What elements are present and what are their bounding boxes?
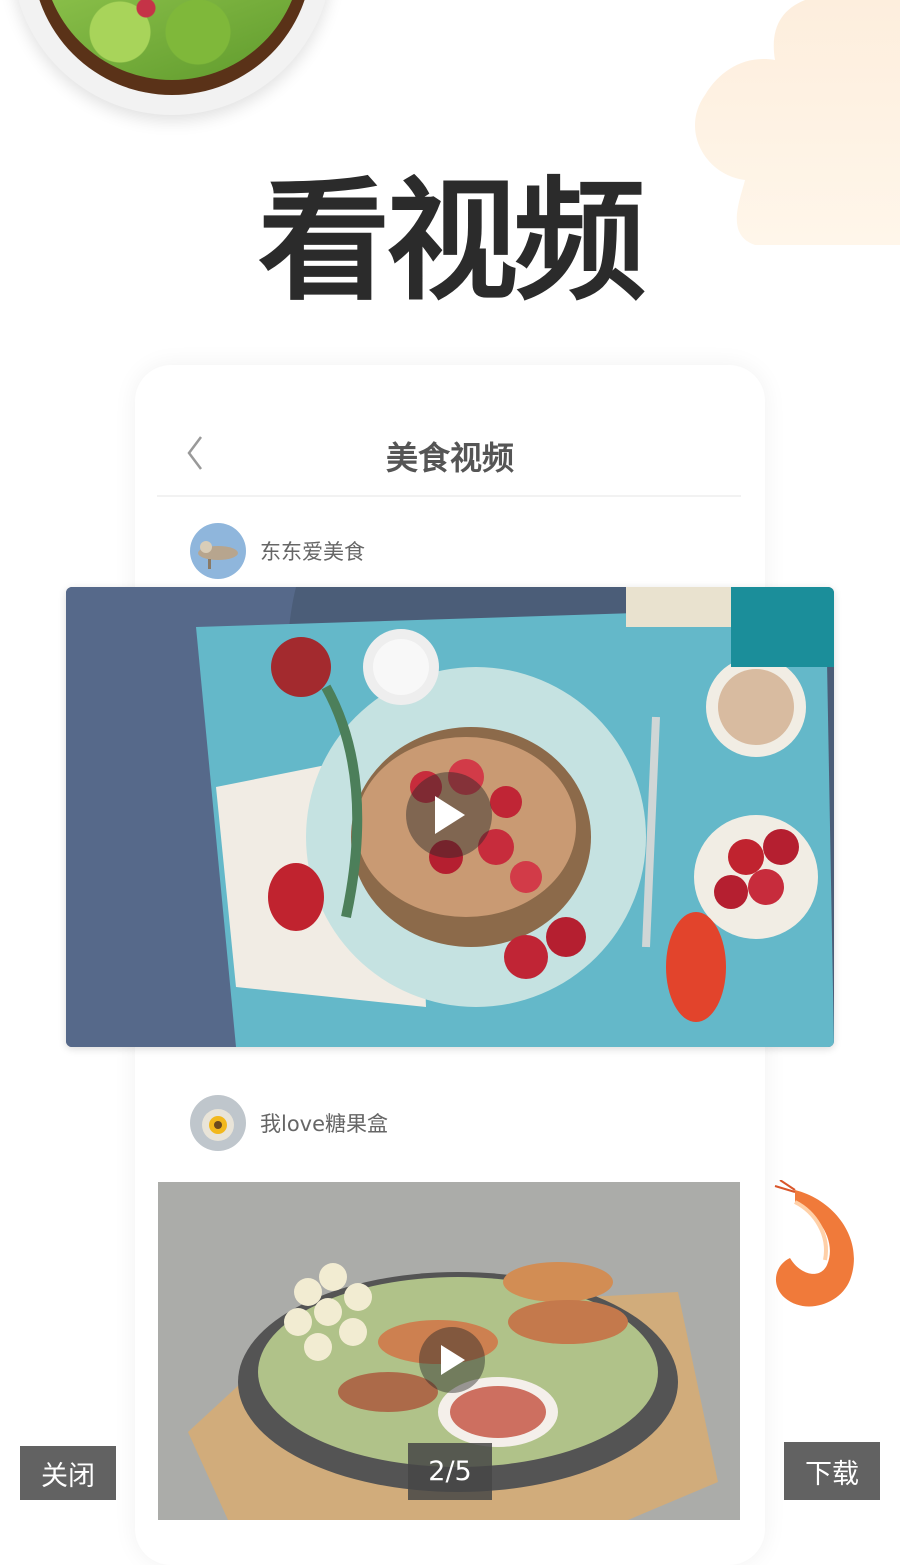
play-icon: [441, 1345, 465, 1375]
author-name: 东东爱美食: [260, 540, 365, 564]
nav-title: 美食视频: [385, 439, 514, 477]
play-button[interactable]: [406, 772, 492, 858]
play-button[interactable]: [419, 1327, 485, 1393]
avatar: [190, 1095, 246, 1151]
post-author-row[interactable]: 东东爱美食: [190, 523, 365, 579]
close-button[interactable]: 关闭: [20, 1446, 116, 1500]
hero-title: 看视频: [258, 164, 646, 319]
play-icon: [435, 796, 465, 834]
avatar: [190, 523, 246, 579]
shrimp-decoration: [774, 1180, 854, 1307]
author-name: 我love糖果盒: [260, 1112, 389, 1136]
post-author-row[interactable]: 我love糖果盒: [190, 1095, 388, 1151]
page-indicator: 2/5: [408, 1443, 492, 1500]
salad-bowl-image: [12, 0, 332, 115]
download-button[interactable]: 下载: [784, 1442, 880, 1500]
nav-divider: [157, 495, 741, 497]
video-thumbnail-pancakes[interactable]: [66, 587, 834, 1047]
